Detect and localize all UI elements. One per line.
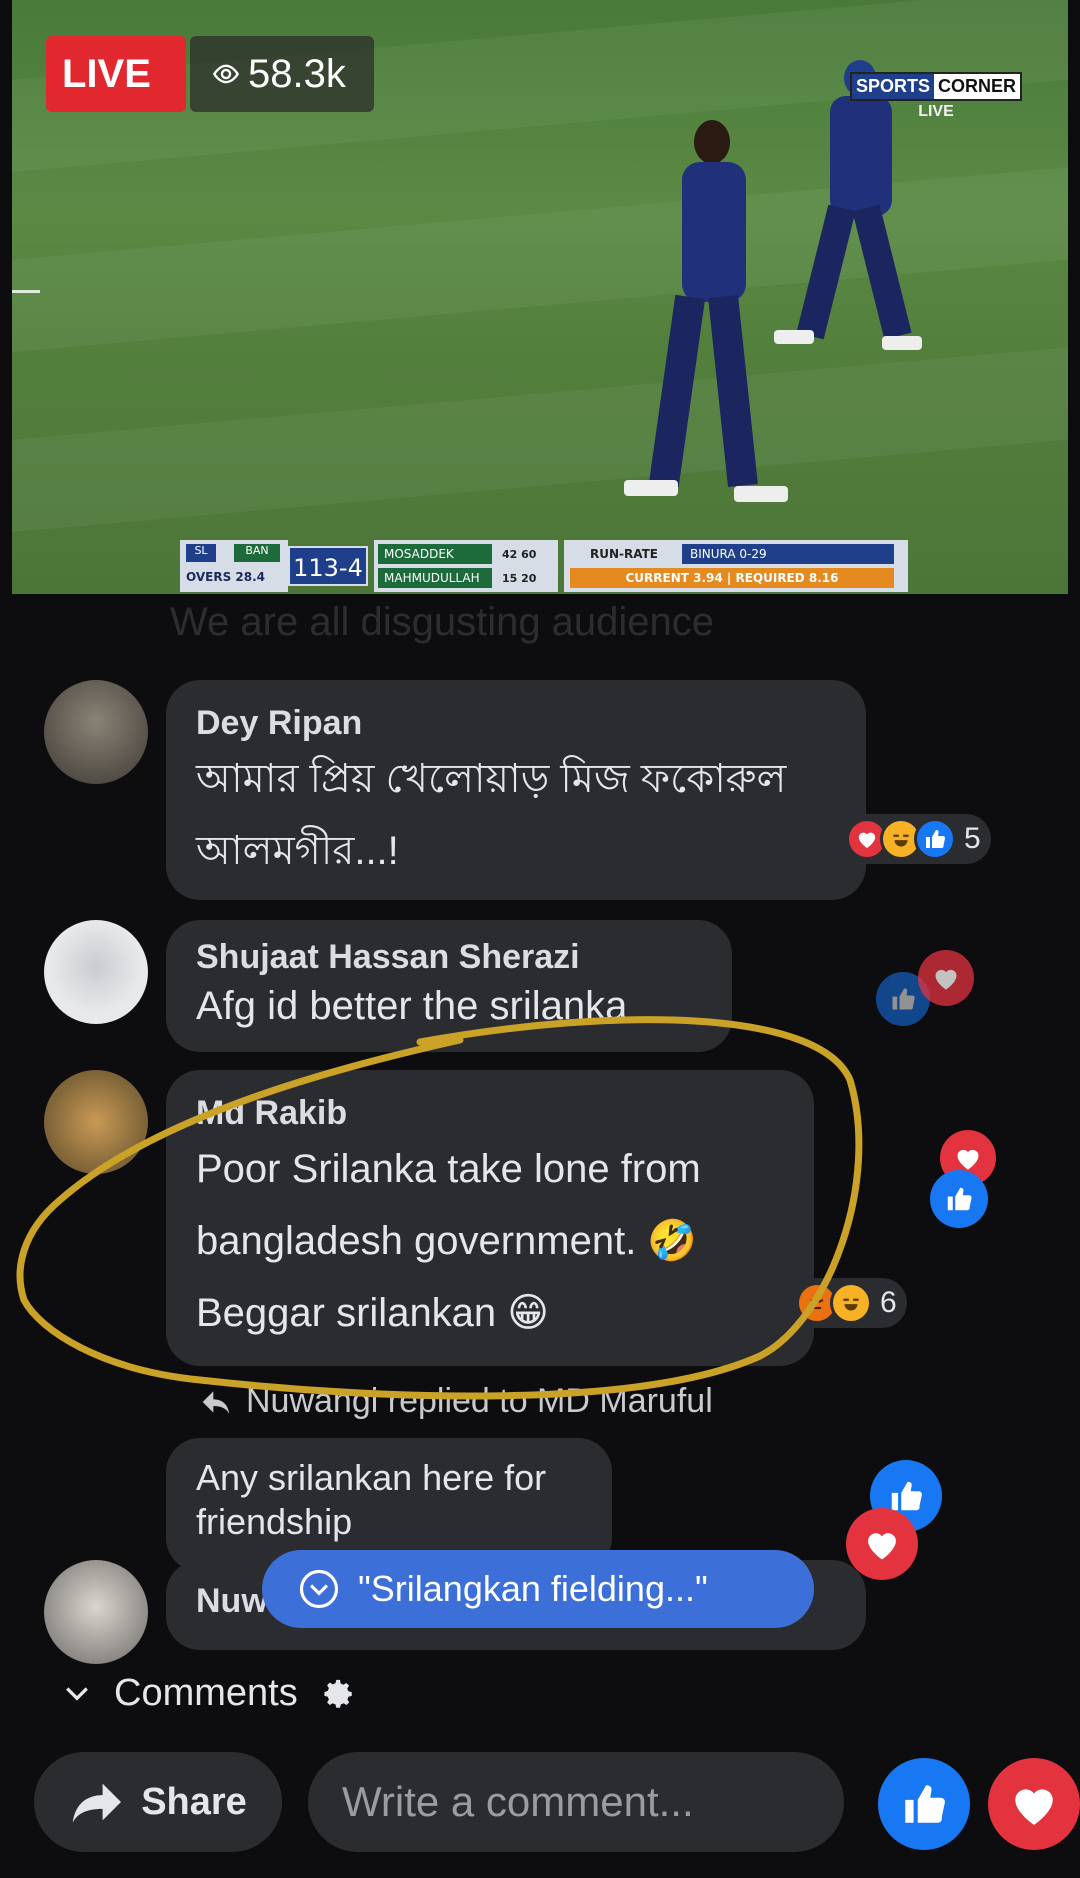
comment-text: আমার প্রিয় খেলোয়াড় মিজ ফকোরুল আলমগীর.… bbox=[196, 757, 787, 873]
score-teams: SL BAN OVERS 28.4 bbox=[180, 540, 288, 592]
comment-text: Any srilankan here for friendship bbox=[196, 1457, 547, 1542]
chevron-down-icon bbox=[66, 1686, 88, 1701]
comment-bubble[interactable]: Dey Ripan আমার প্রিয় খেলোয়াড় মিজ ফকোর… bbox=[166, 680, 866, 900]
faded-comment: We are all disgusting audience bbox=[170, 600, 715, 644]
pitch-stripe bbox=[12, 333, 1068, 539]
love-button[interactable] bbox=[988, 1758, 1080, 1850]
comment-text: Afg id better the srilanka bbox=[196, 984, 628, 1028]
floating-love-icon bbox=[918, 950, 974, 1006]
live-badge: LIVE bbox=[46, 36, 186, 112]
toast-text: "Srilangkan fielding..." bbox=[358, 1568, 708, 1609]
brand-text-b: CORNER bbox=[933, 74, 1020, 99]
run-rate-label: RUN-RATE bbox=[590, 547, 658, 561]
avatar[interactable] bbox=[44, 920, 148, 1024]
like-button[interactable] bbox=[878, 1758, 970, 1850]
brand-text-a: SPORTS bbox=[851, 74, 934, 99]
live-label: LIVE bbox=[62, 51, 151, 96]
batsman1-name: MOSADDEK bbox=[378, 544, 492, 564]
comment-author[interactable]: Shujaat Hassan Sherazi bbox=[196, 938, 702, 977]
rates-label: CURRENT 3.94 | REQUIRED 8.16 bbox=[570, 568, 894, 588]
like-icon bbox=[905, 1785, 945, 1823]
avatar[interactable] bbox=[44, 680, 148, 784]
reaction-count: 5 bbox=[964, 822, 981, 855]
comment-author[interactable]: Md Rakib bbox=[196, 1094, 784, 1133]
haha-reaction-icon bbox=[830, 1282, 872, 1324]
batsman1-runs: 42 60 bbox=[502, 548, 537, 561]
comment-author[interactable]: Dey Ripan bbox=[196, 704, 836, 743]
score-value: 113-4 bbox=[288, 546, 368, 586]
bowler-figures: BINURA 0-29 bbox=[682, 544, 894, 564]
batsman2-name: MAHMUDULLAH bbox=[378, 568, 492, 588]
brand-live: LIVE bbox=[918, 103, 954, 120]
like-reaction-icon bbox=[914, 818, 956, 860]
viewer-count: 58.3k bbox=[248, 51, 346, 96]
eye-icon bbox=[212, 64, 240, 84]
share-button[interactable]: Share bbox=[34, 1752, 282, 1852]
scoreboard: SL BAN OVERS 28.4 113-4 MOSADDEK 42 60 M… bbox=[180, 540, 908, 592]
crease-line bbox=[12, 290, 40, 293]
comment-input[interactable] bbox=[308, 1752, 844, 1852]
share-arrow-icon bbox=[72, 1783, 122, 1823]
team1-label: SL bbox=[186, 544, 216, 562]
overs-label: OVERS 28.4 bbox=[186, 570, 266, 584]
comment-text: Poor Srilanka take lone from bangladesh … bbox=[196, 1147, 701, 1335]
heart-icon bbox=[1015, 1789, 1053, 1825]
floating-love-icon bbox=[846, 1508, 918, 1580]
chevron-down-circle-icon bbox=[299, 1569, 339, 1609]
floating-like-icon bbox=[930, 1170, 988, 1228]
live-video-player[interactable]: LIVE 58.3k SPORTS CORNER LIVE SL BAN OVER… bbox=[12, 0, 1068, 594]
reaction-summary[interactable]: 6 bbox=[790, 1278, 907, 1328]
reply-arrow-icon bbox=[202, 1390, 230, 1414]
viewer-count-badge: 58.3k bbox=[190, 36, 374, 112]
new-comment-toast[interactable]: "Srilangkan fielding..." bbox=[262, 1550, 814, 1628]
reaction-count: 6 bbox=[880, 1286, 897, 1319]
team2-label: BAN bbox=[234, 544, 280, 562]
gear-icon[interactable] bbox=[322, 1677, 356, 1711]
comments-sort-bar[interactable]: Comments bbox=[64, 1672, 356, 1715]
batsman2-runs: 15 20 bbox=[502, 572, 537, 585]
run-rate-panel: RUN-RATE BINURA 0-29 CURRENT 3.94 | REQU… bbox=[564, 540, 908, 592]
reply-indicator[interactable]: Nuwangi replied to MD Maruful bbox=[200, 1382, 713, 1421]
comment-bubble[interactable]: Shujaat Hassan Sherazi Afg id better the… bbox=[166, 920, 732, 1052]
reaction-summary[interactable]: 5 bbox=[840, 814, 991, 864]
channel-logo: SPORTS CORNER LIVE bbox=[849, 72, 1022, 121]
comment-bubble[interactable]: Md Rakib Poor Srilanka take lone from ba… bbox=[166, 1070, 814, 1366]
avatar[interactable] bbox=[44, 1070, 148, 1174]
reply-note: Nuwangi replied to MD Maruful bbox=[246, 1382, 713, 1420]
batsmen-panel: MOSADDEK 42 60 MAHMUDULLAH 15 20 bbox=[374, 540, 558, 592]
share-label: Share bbox=[141, 1780, 247, 1823]
avatar[interactable] bbox=[44, 1560, 148, 1664]
comments-label: Comments bbox=[114, 1672, 298, 1714]
